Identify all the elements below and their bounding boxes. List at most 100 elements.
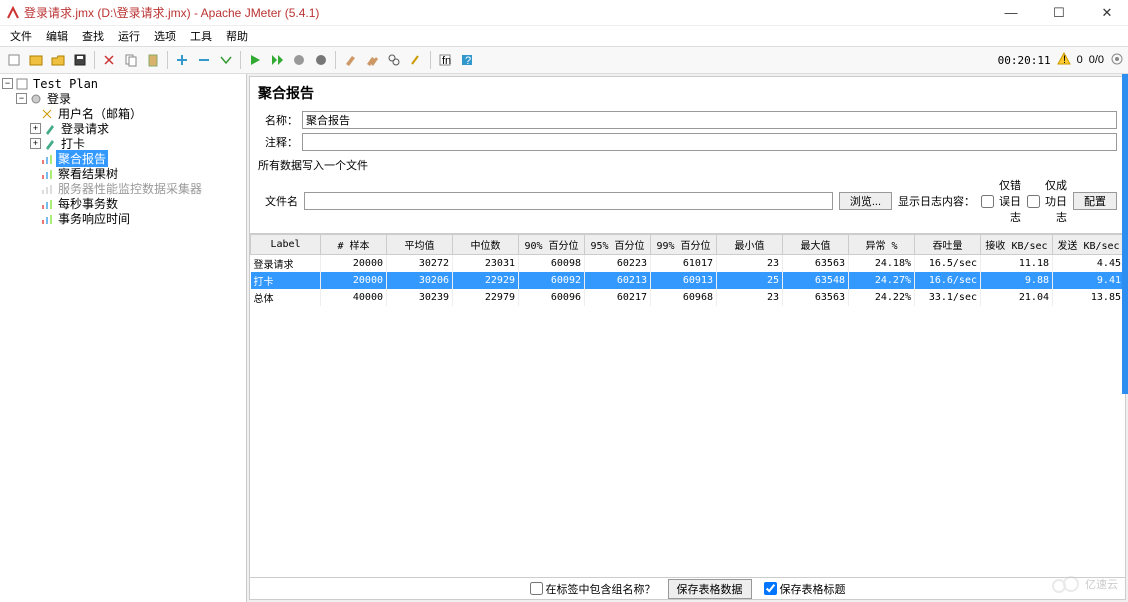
menu-search[interactable]: 查找 — [76, 26, 110, 46]
table-header[interactable]: 发送 KB/sec — [1053, 235, 1125, 255]
minimize-button[interactable]: — — [996, 5, 1026, 21]
name-input[interactable] — [302, 111, 1117, 129]
results-table-wrap: Label# 样本平均值中位数90% 百分位95% 百分位99% 百分位最小值最… — [250, 233, 1125, 577]
tree-root-label: Test Plan — [31, 77, 100, 91]
listener-icon — [40, 198, 54, 210]
name-label: 名称： — [258, 112, 298, 128]
reset-search-icon[interactable] — [406, 50, 426, 70]
new-icon[interactable] — [4, 50, 24, 70]
clear-icon[interactable] — [340, 50, 360, 70]
bottom-bar: 在标签中包含组名称？ 保存表格数据 保存表格标题 — [250, 577, 1125, 599]
open-icon[interactable] — [48, 50, 68, 70]
testplan-icon — [15, 78, 29, 90]
stop-icon[interactable] — [289, 50, 309, 70]
tree-req[interactable]: + 登录请求 — [0, 121, 246, 136]
templates-icon[interactable] — [26, 50, 46, 70]
add-icon[interactable] — [172, 50, 192, 70]
cut-icon[interactable] — [99, 50, 119, 70]
browse-button[interactable]: 浏览... — [839, 192, 892, 210]
function-icon[interactable]: fn — [435, 50, 455, 70]
table-header-row[interactable]: Label# 样本平均值中位数90% 百分位95% 百分位99% 百分位最小值最… — [251, 235, 1125, 255]
table-header[interactable]: 最大值 — [783, 235, 849, 255]
clear-all-icon[interactable] — [362, 50, 382, 70]
table-header[interactable]: 平均值 — [387, 235, 453, 255]
table-header[interactable]: 最小值 — [717, 235, 783, 255]
table-header[interactable]: 99% 百分位 — [651, 235, 717, 255]
shutdown-icon[interactable] — [311, 50, 331, 70]
maximize-button[interactable]: ☐ — [1044, 5, 1074, 21]
table-header[interactable]: Label — [251, 235, 321, 255]
success-only-checkbox[interactable] — [1027, 195, 1040, 208]
remove-icon[interactable] — [194, 50, 214, 70]
table-row[interactable]: 登录请求200003027223031600986022361017236356… — [251, 255, 1125, 273]
threadgroup-icon — [29, 93, 43, 105]
comment-label: 注释： — [258, 134, 298, 150]
config-icon — [40, 108, 54, 120]
filename-label: 文件名 — [258, 193, 298, 209]
tree-resptime[interactable]: 事务响应时间 — [0, 211, 246, 226]
copy-icon[interactable] — [121, 50, 141, 70]
svg-text:!: ! — [1063, 54, 1066, 66]
menu-options[interactable]: 选项 — [148, 26, 182, 46]
save-header-label: 保存表格标题 — [780, 581, 846, 597]
results-table[interactable]: Label# 样本平均值中位数90% 百分位95% 百分位99% 百分位最小值最… — [250, 234, 1125, 306]
tree-tps[interactable]: 每秒事务数 — [0, 196, 246, 211]
table-header[interactable]: 中位数 — [453, 235, 519, 255]
watermark-text: 亿速云 — [1085, 576, 1118, 592]
sampler-icon — [43, 123, 57, 135]
table-header[interactable]: 95% 百分位 — [585, 235, 651, 255]
tree-login[interactable]: − 登录 — [0, 91, 246, 106]
search-icon[interactable] — [384, 50, 404, 70]
save-icon[interactable] — [70, 50, 90, 70]
start-notimers-icon[interactable] — [267, 50, 287, 70]
save-table-button[interactable]: 保存表格数据 — [668, 579, 752, 599]
menu-edit[interactable]: 编辑 — [40, 26, 74, 46]
errors-only-checkbox[interactable] — [981, 195, 994, 208]
listener-icon — [40, 168, 54, 180]
filename-input[interactable] — [304, 192, 833, 210]
collapse-icon[interactable]: − — [16, 93, 27, 104]
warning-count: 0 — [1077, 54, 1083, 66]
side-tab[interactable] — [1122, 74, 1128, 394]
tree-daka[interactable]: + 打卡 — [0, 136, 246, 151]
svg-text:fn: fn — [442, 55, 451, 67]
table-header[interactable]: 90% 百分位 — [519, 235, 585, 255]
success-only-label: 仅成功日志 — [1042, 177, 1067, 225]
table-header[interactable]: 异常 % — [849, 235, 915, 255]
comment-input[interactable] — [302, 133, 1117, 151]
panel-title: 聚合报告 — [250, 77, 1125, 109]
listener-icon — [40, 153, 54, 165]
app-icon — [6, 6, 20, 20]
tree-root[interactable]: − Test Plan — [0, 76, 246, 91]
collapse-icon[interactable]: − — [2, 78, 13, 89]
group-name-checkbox[interactable] — [530, 582, 543, 595]
start-icon[interactable] — [245, 50, 265, 70]
test-plan-tree[interactable]: − Test Plan − 登录 用户名（邮箱） + 登录请求 + 打卡 聚合报… — [0, 74, 247, 602]
menu-file[interactable]: 文件 — [4, 26, 38, 46]
tree-perfmon[interactable]: 服务器性能监控数据采集器 — [0, 181, 246, 196]
close-button[interactable]: ✕ — [1092, 5, 1122, 21]
table-header[interactable]: # 样本 — [321, 235, 387, 255]
tree-user[interactable]: 用户名（邮箱） — [0, 106, 246, 121]
menu-help[interactable]: 帮助 — [220, 26, 254, 46]
toolbar: fn ? 00:20:11 ! 0 0/0 — [0, 46, 1128, 74]
errors-only-label: 仅错误日志 — [996, 177, 1021, 225]
table-row[interactable]: 打卡20000302062292960092602136091325635482… — [251, 272, 1125, 289]
expand-icon[interactable]: + — [30, 123, 41, 134]
toggle-icon[interactable] — [216, 50, 236, 70]
table-row[interactable]: 总体40000302392297960096602176096823635632… — [251, 289, 1125, 306]
save-header-checkbox[interactable] — [764, 582, 777, 595]
listener-icon — [40, 213, 54, 225]
configure-button[interactable]: 配置 — [1073, 192, 1117, 210]
help-icon[interactable]: ? — [457, 50, 477, 70]
gear-icon[interactable] — [1110, 52, 1124, 69]
menu-run[interactable]: 运行 — [112, 26, 146, 46]
table-header[interactable]: 接收 KB/sec — [981, 235, 1053, 255]
tree-viewtree[interactable]: 察看结果树 — [0, 166, 246, 181]
menu-tools[interactable]: 工具 — [184, 26, 218, 46]
warning-icon[interactable]: ! — [1057, 52, 1071, 69]
tree-aggregate[interactable]: 聚合报告 — [0, 151, 246, 166]
table-header[interactable]: 吞吐量 — [915, 235, 981, 255]
paste-icon[interactable] — [143, 50, 163, 70]
expand-icon[interactable]: + — [30, 138, 41, 149]
